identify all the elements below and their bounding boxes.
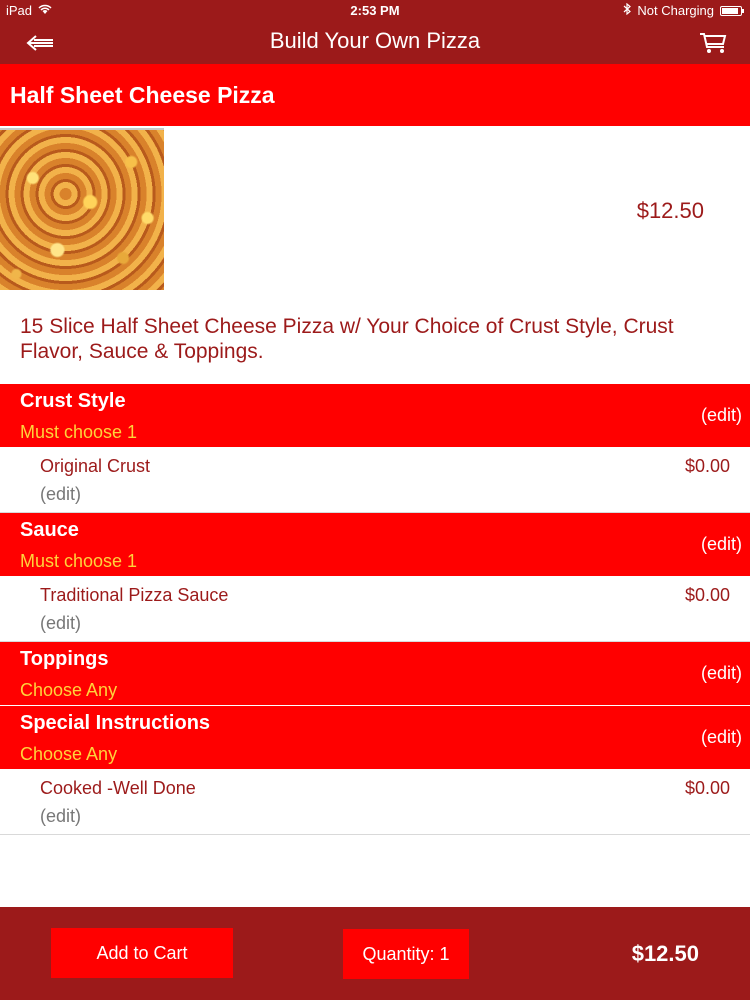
item-name: Half Sheet Cheese Pizza xyxy=(10,82,275,108)
option-traditional-sauce[interactable]: Traditional Pizza Sauce (edit) $0.00 xyxy=(0,577,750,642)
section-crust-style[interactable]: Crust Style Must choose 1 (edit) xyxy=(0,384,750,447)
add-to-cart-button[interactable]: Add to Cart xyxy=(51,928,233,978)
bluetooth-icon xyxy=(623,2,632,18)
cart-icon[interactable] xyxy=(696,28,730,58)
pizza-photo xyxy=(0,128,164,290)
option-edit-link[interactable]: (edit) xyxy=(40,613,81,634)
section-title: Crust Style xyxy=(20,390,126,412)
order-total: $12.50 xyxy=(631,941,699,966)
option-name: Cooked -Well Done xyxy=(40,778,196,798)
section-edit-link[interactable]: (edit) xyxy=(701,534,742,555)
quantity-button[interactable]: Quantity: 1 xyxy=(343,929,469,979)
nav-bar: Build Your Own Pizza xyxy=(0,22,750,64)
battery-icon xyxy=(720,5,744,16)
item-description: 15 Slice Half Sheet Cheese Pizza w/ Your… xyxy=(20,315,674,363)
page-title: Build Your Own Pizza xyxy=(269,28,481,53)
section-edit-link[interactable]: (edit) xyxy=(701,405,742,426)
option-price: $0.00 xyxy=(684,585,730,605)
option-name: Traditional Pizza Sauce xyxy=(40,585,229,605)
section-subtitle: Choose Any xyxy=(20,680,118,700)
option-name: Original Crust xyxy=(40,456,151,476)
section-toppings[interactable]: Toppings Choose Any (edit) xyxy=(0,642,750,705)
section-title: Toppings xyxy=(20,648,109,670)
section-edit-link[interactable]: (edit) xyxy=(701,727,742,748)
section-sauce[interactable]: Sauce Must choose 1 (edit) xyxy=(0,513,750,576)
charging-status: Not Charging xyxy=(637,3,714,18)
section-edit-link[interactable]: (edit) xyxy=(701,663,742,684)
option-edit-link[interactable]: (edit) xyxy=(40,806,81,827)
item-header: Half Sheet Cheese Pizza xyxy=(0,64,750,126)
section-subtitle: Must choose 1 xyxy=(20,422,138,442)
option-price: $0.00 xyxy=(684,456,730,476)
section-subtitle: Choose Any xyxy=(20,744,118,764)
section-title: Sauce xyxy=(20,519,79,541)
item-price: $12.50 xyxy=(636,198,704,223)
section-subtitle: Must choose 1 xyxy=(20,551,138,571)
battery-level xyxy=(722,7,738,14)
option-edit-link[interactable]: (edit) xyxy=(40,484,81,505)
status-right: Not Charging xyxy=(623,2,744,18)
option-cooked-well-done[interactable]: Cooked -Well Done (edit) $0.00 xyxy=(0,770,750,835)
section-special-instructions[interactable]: Special Instructions Choose Any (edit) xyxy=(0,706,750,769)
option-original-crust[interactable]: Original Crust (edit) $0.00 xyxy=(0,448,750,513)
status-bar: iPad 2:53 PM Not Charging xyxy=(0,0,750,22)
footer-bar: Add to Cart Quantity: 1 $12.50 xyxy=(0,907,750,1000)
section-title: Special Instructions xyxy=(20,712,211,734)
option-price: $0.00 xyxy=(684,778,730,798)
